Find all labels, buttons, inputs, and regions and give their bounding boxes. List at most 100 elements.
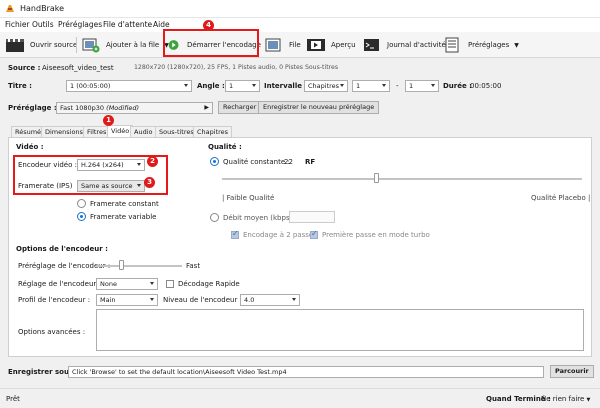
avg-bitrate-radio[interactable] [210,213,219,222]
menu-file[interactable]: Fichier [5,20,30,29]
encoder-options-heading: Options de l'encodeur : [16,245,108,253]
advanced-options-textarea[interactable] [96,309,584,351]
when-done-select[interactable]: Ne rien faire ▼ [541,395,590,403]
quality-slider-thumb[interactable] [374,173,380,183]
chevron-down-icon [382,84,386,87]
tab-chapters[interactable]: Chapitres [193,126,233,137]
chevron-down-icon: ▼ [586,397,591,403]
range-dash: - [396,82,399,90]
title-select-value: 1 (00:05:00) [70,82,111,90]
menu-queue[interactable]: File d'attente [103,20,152,29]
fast-decode-label: Décodage Rapide [178,280,240,288]
quality-slider-track[interactable] [222,178,582,180]
fast-decode-checkbox[interactable] [166,280,174,288]
constant-framerate-radio[interactable] [77,199,86,208]
tab-subtitles[interactable]: Sous-titres [155,126,198,137]
presets-list-icon [445,37,459,53]
title-select[interactable]: 1 (00:05:00) [66,80,192,92]
preview-label: Aperçu [331,41,356,49]
add-to-queue-label: Ajouter à la file [106,41,160,49]
range-type-select[interactable]: Chapitres [304,80,348,92]
step-badge-4: 4 [203,20,214,31]
tab-dimensions[interactable]: Dimensions [41,126,87,137]
encoder-profile-select[interactable]: Main [96,294,158,306]
avg-bitrate-input[interactable] [289,211,335,223]
range-end-select[interactable]: 1 [405,80,439,92]
encoder-preset-slider-track[interactable] [96,265,182,267]
toolbar: Ouvrir source Ajouter à la file ▼ Démarr… [0,32,600,58]
chevron-down-icon [340,84,344,87]
queue-button[interactable]: File [264,35,301,55]
source-name: Aiseesoft_video_test [42,64,114,72]
two-pass-label: Encodage à 2 passes [243,231,317,239]
range-label: Intervalle : [264,82,308,90]
status-text: Prêt [6,395,20,403]
preset-modified: (Modified) [106,104,140,112]
encoder-tune-label: Réglage de l'encodeur : [18,280,101,288]
rf-label: RF [305,158,316,166]
source-label: Source : [8,64,41,72]
menu-bar: Fichier Outils Préréglages File d'attent… [0,18,600,32]
menu-presets[interactable]: Préréglages [58,20,102,29]
duration-value: 00:05:00 [470,82,502,90]
presets-label: Préréglages [468,41,510,49]
step-badge-1: 1 [103,115,114,126]
title-label: Titre : [8,82,32,90]
encoder-tune-select[interactable]: None [96,278,158,290]
step-badge-2: 2 [147,156,158,167]
encoder-preset-value: Fast [186,262,201,270]
window-title: HandBrake [20,4,65,13]
title-bar: HandBrake [0,0,600,18]
low-quality-label: | Faible Qualité [222,194,275,202]
constant-quality-radio[interactable] [210,157,219,166]
save-path-input[interactable]: Click 'Browse' to set the default locati… [68,366,544,378]
encoder-level-label: Niveau de l'encodeur : [163,296,242,304]
range-start-select[interactable]: 1 [352,80,390,92]
preset-value: Fast 1080p30 [60,104,105,112]
open-source-button[interactable]: Ouvrir source [5,35,77,55]
reload-button[interactable]: Recharger [218,101,262,114]
menu-help[interactable]: Aide [153,20,170,29]
menu-tools[interactable]: Outils [32,20,54,29]
queue-label: File [289,41,301,49]
preset-select[interactable]: Fast 1080p30 (Modified) ▶ [56,102,213,114]
video-heading: Vidéo : [16,143,44,151]
save-new-preset-button[interactable]: Enregistrer le nouveau préréglage [258,101,380,114]
add-queue-icon [82,38,100,53]
encoder-level-select[interactable]: 4.0 [240,294,300,306]
tab-audio[interactable]: Audio [130,126,157,137]
constant-framerate-label: Framerate constant [90,200,159,208]
when-done-value: Ne rien faire [541,395,585,403]
browse-button[interactable]: Parcourir [550,365,594,378]
angle-select[interactable]: 1 [225,80,260,92]
activity-log-button[interactable]: Journal d'activité [362,35,446,55]
presets-dropdown-icon[interactable]: ▼ [514,42,519,49]
handbrake-logo-icon [6,5,14,12]
highlight-start-box [163,29,259,57]
terminal-icon [364,39,379,51]
step-badge-3: 3 [144,177,155,188]
encoder-tune-value: None [100,280,117,288]
chevron-down-icon [150,282,154,285]
encoder-preset-slider-thumb[interactable] [119,260,125,270]
chevron-down-icon [150,298,154,301]
activity-log-label: Journal d'activité [387,41,446,49]
two-pass-checkbox[interactable] [231,229,239,239]
high-quality-label: Qualité Placebo | [531,194,591,202]
add-to-queue-button[interactable]: Ajouter à la file ▼ [81,35,169,55]
encoder-profile-label: Profil de l'encodeur : [18,296,91,304]
tab-summary[interactable]: Résumé [11,126,46,137]
encoder-profile-value: Main [100,296,116,304]
film-clapper-icon [6,39,24,52]
turbo-checkbox[interactable] [310,229,318,239]
quality-heading: Qualité : [208,143,242,151]
presets-button[interactable]: Préréglages ▼ [443,35,519,55]
range-type-value: Chapitres [308,82,340,90]
range-end-value: 1 [409,82,414,90]
constant-quality-label: Qualité constante : [223,158,290,166]
preview-button[interactable]: Aperçu [306,35,356,55]
status-bar: Prêt Quand Terminé : Ne rien faire ▼ [0,388,600,408]
variable-framerate-radio[interactable] [77,212,86,221]
open-source-label: Ouvrir source [30,41,78,49]
turbo-label: Première passe en mode turbo [322,231,430,239]
